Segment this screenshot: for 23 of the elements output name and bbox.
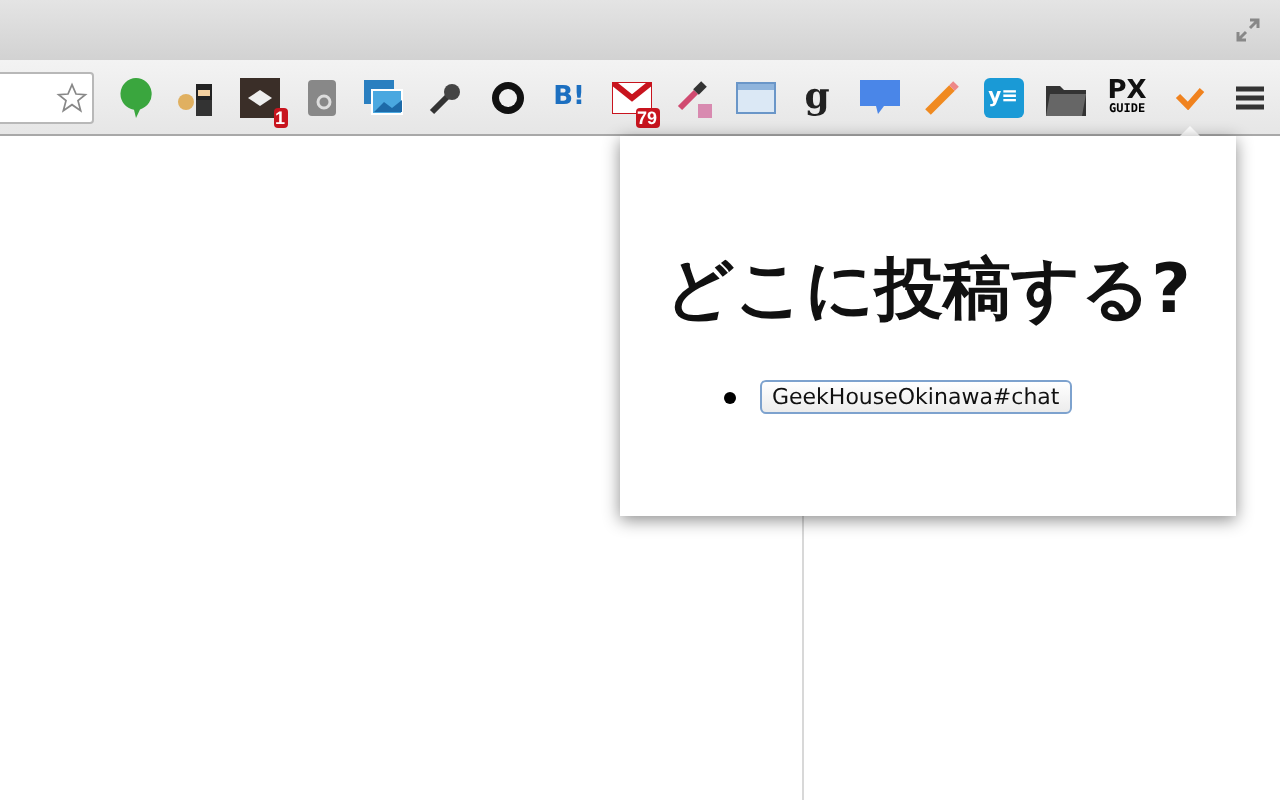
logo-text: PX	[1107, 78, 1147, 104]
check-mark-icon	[1173, 85, 1206, 109]
address-bar[interactable]	[0, 71, 95, 123]
logo-text: B!	[553, 84, 585, 110]
count-badge: 79	[635, 107, 660, 127]
window-icon	[735, 81, 776, 113]
chat-bubble-icon	[859, 79, 900, 115]
extension-button[interactable]: B!	[547, 75, 592, 119]
speech-bubble-icon	[119, 77, 152, 117]
pictures-icon	[363, 79, 404, 115]
room-button[interactable]: GeekHouseOkinawa#chat	[760, 380, 1072, 414]
eyedropper-icon	[673, 77, 714, 117]
extension-button[interactable]: 1	[237, 75, 282, 119]
menu-icon[interactable]	[1236, 85, 1265, 109]
envelope-icon	[611, 81, 652, 113]
extension-button[interactable]: y≡	[981, 75, 1026, 119]
star-icon[interactable]	[56, 81, 89, 113]
bullet-icon	[724, 391, 736, 403]
logo-text: g	[804, 79, 830, 115]
fullscreen-icon[interactable]	[1236, 18, 1260, 42]
extension-button[interactable]: g	[795, 75, 840, 119]
pencil-icon	[923, 79, 960, 115]
popup-title: どこに投稿する?	[665, 248, 1191, 334]
